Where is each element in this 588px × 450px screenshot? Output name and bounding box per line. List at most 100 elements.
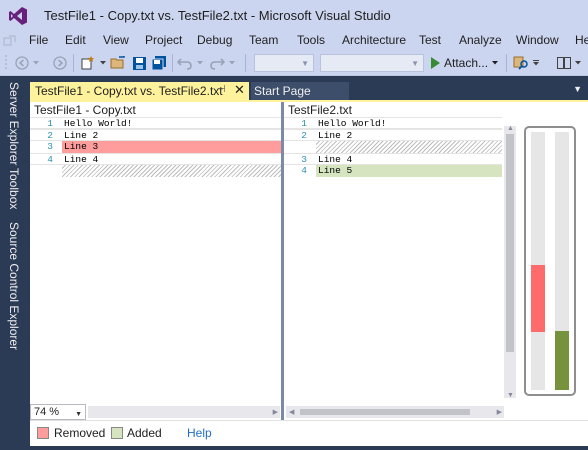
- tab-diff[interactable]: TestFile1 - Copy.txt vs. TestFile2.txt ⊣…: [30, 82, 249, 100]
- attach-dropdown-icon: [492, 61, 499, 65]
- solution-platform-combo[interactable]: ▼: [320, 54, 424, 72]
- open-file-icon[interactable]: [109, 53, 127, 73]
- vertical-scrollbar[interactable]: ▲ ▼: [504, 125, 516, 399]
- line-text: Line 5: [316, 165, 502, 177]
- undo-icon[interactable]: [176, 53, 194, 73]
- diff-overview-map[interactable]: [524, 126, 576, 396]
- toolbar-separator: [245, 54, 246, 72]
- tab-list-dropdown-icon[interactable]: ▼: [573, 84, 582, 94]
- placeholder-hatch: [62, 165, 281, 177]
- left-line-1[interactable]: 1 Hello World!: [30, 117, 281, 129]
- new-project-dropdown-icon[interactable]: [99, 53, 107, 73]
- save-icon[interactable]: [130, 53, 148, 73]
- undo-dropdown-icon[interactable]: [196, 53, 204, 73]
- menu-debug[interactable]: Debug: [197, 33, 232, 47]
- back-dropdown-icon[interactable]: [32, 53, 40, 73]
- scroll-right-icon[interactable]: ▶: [497, 408, 502, 416]
- tab-start-page[interactable]: Start Page: [251, 82, 349, 100]
- menu-team[interactable]: Team: [249, 33, 278, 47]
- right-file-title: TestFile2.txt: [288, 103, 353, 117]
- menu-project[interactable]: Project: [145, 33, 182, 47]
- new-project-icon[interactable]: [79, 53, 97, 73]
- added-label: Added: [127, 426, 162, 440]
- source-control-explorer-tab[interactable]: Source Control Explorer: [7, 222, 21, 350]
- visual-studio-logo: [9, 7, 27, 25]
- horizontal-scroll-thumb[interactable]: [300, 409, 470, 415]
- redo-dropdown-icon[interactable]: [228, 53, 236, 73]
- left-file-title: TestFile1 - Copy.txt: [34, 103, 136, 117]
- document-tab-strip: TestFile1 - Copy.txt vs. TestFile2.txt ⊣…: [30, 76, 588, 100]
- window-title: TestFile1 - Copy.txt vs. TestFile2.txt -…: [44, 8, 391, 23]
- left-horizontal-scrollbar[interactable]: ▶: [88, 406, 280, 418]
- left-line-3-removed[interactable]: 3 Line 3: [30, 141, 281, 153]
- tab-diff-label: TestFile1 - Copy.txt vs. TestFile2.txt: [35, 84, 223, 98]
- vertical-scroll-thumb[interactable]: [506, 134, 514, 352]
- back-icon[interactable]: [14, 53, 30, 73]
- solution-navigator-icon: [3, 35, 16, 46]
- toolbar-separator: [506, 54, 507, 72]
- menu-test[interactable]: Test: [419, 33, 441, 47]
- left-diff-pane[interactable]: TestFile1 - Copy.txt 1 Hello World! 2 Li…: [30, 102, 281, 402]
- tab-start-page-label: Start Page: [254, 84, 311, 98]
- overview-removed-marker: [531, 265, 545, 332]
- scroll-right-icon[interactable]: ▶: [273, 408, 278, 416]
- left-placeholder-line: [30, 165, 281, 177]
- menu-edit[interactable]: Edit: [65, 33, 86, 47]
- right-placeholder-line: [284, 141, 502, 153]
- forward-icon[interactable]: [52, 53, 68, 73]
- toolbar-separator: [172, 54, 173, 72]
- zoom-combo[interactable]: 74 % ▼: [30, 404, 86, 420]
- find-dropdown-icon[interactable]: [532, 53, 540, 73]
- diff-view: TestFile1 - Copy.txt 1 Hello World! 2 Li…: [30, 102, 588, 420]
- placeholder-hatch: [316, 141, 502, 153]
- right-line-2[interactable]: 2 Line 2: [284, 129, 502, 141]
- find-icon[interactable]: [512, 53, 530, 73]
- status-strip: [0, 446, 588, 450]
- menu-analyze[interactable]: Analyze: [459, 33, 502, 47]
- line-number: 4: [301, 165, 307, 176]
- toolbar: ▼ ▼ Attach...: [0, 50, 588, 76]
- save-all-icon[interactable]: [150, 53, 168, 73]
- overview-left-column: [531, 132, 545, 390]
- scroll-down-icon[interactable]: ▼: [507, 392, 514, 399]
- removed-label: Removed: [54, 426, 106, 440]
- server-explorer-tab[interactable]: Server Explorer: [7, 82, 21, 165]
- layout-icon[interactable]: [556, 53, 572, 73]
- attach-button[interactable]: Attach...: [430, 54, 499, 72]
- scroll-left-icon[interactable]: ◀: [289, 408, 294, 416]
- start-icon: [431, 57, 440, 69]
- toolbox-tab[interactable]: Toolbox: [7, 168, 21, 209]
- right-horizontal-scrollbar[interactable]: ◀ ▶: [286, 406, 504, 418]
- layout-dropdown-icon[interactable]: [574, 53, 582, 73]
- right-line-3[interactable]: 3 Line 4: [284, 153, 502, 165]
- redo-icon[interactable]: [208, 53, 226, 73]
- pin-icon[interactable]: ⊣: [217, 84, 226, 95]
- right-line-4-added[interactable]: 4 Line 5: [284, 165, 502, 177]
- right-diff-pane[interactable]: TestFile2.txt 1 Hello World! 2 Line 2 3 …: [284, 102, 504, 402]
- attach-label: Attach...: [444, 56, 489, 70]
- toolbar-grip[interactable]: [4, 53, 8, 73]
- line-text: Line 3: [62, 141, 281, 153]
- close-icon[interactable]: ✕: [234, 82, 245, 98]
- added-swatch: [111, 427, 123, 439]
- menu-help[interactable]: He: [575, 33, 588, 47]
- zoom-value: 74 %: [34, 406, 60, 418]
- left-line-4[interactable]: 4 Line 4: [30, 153, 281, 165]
- tool-window-sidebar: Server Explorer Toolbox Source Control E…: [0, 76, 30, 450]
- menu-bar: File Edit View Project Debug Team Tools …: [0, 32, 588, 50]
- menu-file[interactable]: File: [29, 33, 48, 47]
- left-line-2[interactable]: 2 Line 2: [30, 129, 281, 141]
- menu-tools[interactable]: Tools: [297, 33, 325, 47]
- menu-architecture[interactable]: Architecture: [342, 33, 406, 47]
- scroll-up-icon[interactable]: ▲: [507, 125, 514, 132]
- overview-added-marker: [555, 331, 569, 390]
- toolbar-separator: [73, 54, 74, 72]
- right-line-1[interactable]: 1 Hello World!: [284, 117, 502, 129]
- line-number: 3: [47, 141, 53, 152]
- menu-window[interactable]: Window: [516, 33, 559, 47]
- solution-configuration-combo[interactable]: ▼: [254, 54, 314, 72]
- help-link[interactable]: Help: [187, 426, 212, 440]
- diff-legend: Removed Added Help: [30, 420, 588, 446]
- removed-swatch: [37, 427, 49, 439]
- menu-view[interactable]: View: [103, 33, 129, 47]
